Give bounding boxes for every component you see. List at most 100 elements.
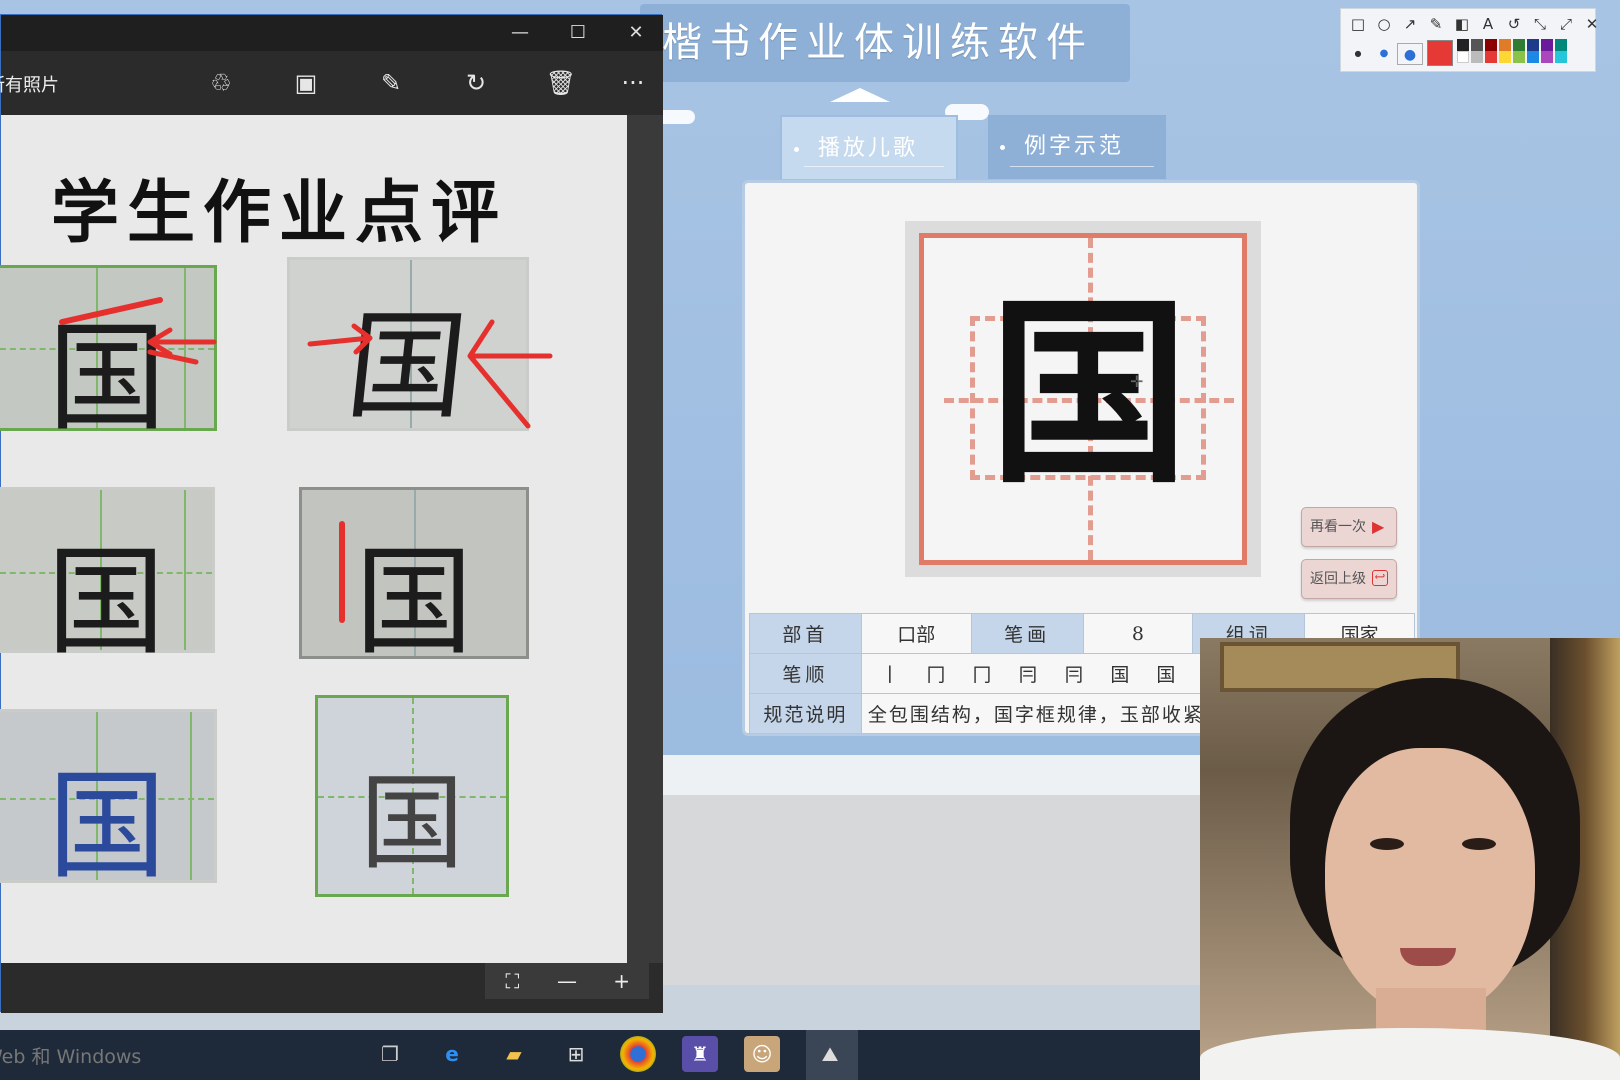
minimize-button[interactable]: — bbox=[497, 15, 543, 51]
color-swatch[interactable] bbox=[1471, 51, 1483, 63]
red-correction-arrows bbox=[307, 319, 553, 429]
window-titlebar: — ☐ ✕ bbox=[1, 15, 663, 51]
color-swatch[interactable] bbox=[1541, 51, 1553, 63]
color-swatch[interactable] bbox=[1499, 51, 1511, 63]
task-view-icon[interactable]: ❐ bbox=[372, 1036, 408, 1072]
square-icon[interactable]: □ bbox=[1345, 13, 1371, 35]
photos-toolbar: 所有照片 ♲ ▣ ✎ ↻ 🗑 ··· bbox=[0, 51, 663, 115]
color-swatch[interactable] bbox=[1457, 39, 1469, 51]
more-icon[interactable]: ··· bbox=[615, 65, 651, 101]
photos-window: — ☐ ✕ 所有照片 ♲ ▣ ✎ ↻ 🗑 ··· 学生作业点评 国 bbox=[0, 14, 663, 1013]
tab-label: 例字示范 bbox=[1024, 134, 1125, 159]
shrink-icon[interactable]: ⤡ bbox=[1527, 13, 1553, 35]
color-swatch[interactable] bbox=[1499, 39, 1511, 51]
tab-underline bbox=[804, 166, 944, 167]
bullet-icon bbox=[1000, 145, 1005, 150]
expand-icon[interactable]: ⤢ bbox=[1553, 13, 1579, 35]
pin-icon[interactable]: ✕ bbox=[1579, 13, 1605, 35]
color-swatch[interactable] bbox=[1457, 51, 1469, 63]
taskbar-search[interactable]: Web 和 Windows bbox=[0, 1042, 141, 1069]
color-swatch[interactable] bbox=[1541, 39, 1553, 51]
pen-size-large-icon[interactable]: ● bbox=[1397, 43, 1423, 65]
store-icon[interactable]: ⊞ bbox=[558, 1036, 594, 1072]
slideshow-icon[interactable]: ▣ bbox=[288, 65, 324, 101]
photos-app-icon[interactable]: ⛰ bbox=[812, 1036, 848, 1072]
color-swatch[interactable] bbox=[1471, 39, 1483, 51]
strokes-label: 笔画 bbox=[970, 613, 1084, 654]
selected-color-swatch[interactable] bbox=[1427, 40, 1453, 66]
taskbar: Web 和 Windows ❐ e ▰ ⊞ ♜ ☺ ⛰ bbox=[0, 1030, 1200, 1080]
arrow-icon[interactable]: ↗ bbox=[1397, 13, 1423, 35]
character-grid-frame: 国 ✛ bbox=[905, 221, 1261, 577]
chrome-browser-icon[interactable] bbox=[620, 1036, 656, 1072]
fill-icon[interactable]: ◧ bbox=[1449, 13, 1475, 35]
zoom-out-button[interactable]: — bbox=[540, 963, 595, 999]
pen-size-row: ● ● ● bbox=[1345, 41, 1423, 67]
app-launcher-icon[interactable]: ♜ bbox=[682, 1036, 718, 1072]
color-palette bbox=[1457, 39, 1577, 63]
delete-icon[interactable]: 🗑 bbox=[543, 65, 579, 101]
presenter-face bbox=[1325, 748, 1535, 1018]
sample-character: 国 bbox=[46, 533, 165, 671]
stroke-step: 国 bbox=[1156, 664, 1178, 686]
slide-title: 学生作业点评 bbox=[51, 174, 508, 253]
stroke-step: 丨 bbox=[880, 664, 902, 686]
close-button[interactable]: ✕ bbox=[613, 15, 659, 51]
zoom-controls: ⛶ — + bbox=[485, 963, 649, 999]
back-button[interactable]: 返回上级 ↩ bbox=[1301, 559, 1397, 599]
tab-underline bbox=[1010, 166, 1154, 167]
zoom-in-button[interactable]: + bbox=[594, 963, 649, 999]
rotate-icon[interactable]: ↻ bbox=[458, 65, 494, 101]
tab-play-song[interactable]: 播放儿歌 bbox=[780, 115, 958, 179]
homework-sample: 国 bbox=[0, 265, 217, 447]
homework-sample: 国 bbox=[287, 257, 553, 435]
photo-canvas: 学生作业点评 国 国 国 国 国 国 bbox=[0, 115, 627, 963]
homework-sample: 国 bbox=[299, 487, 529, 671]
drawing-toolbar: □ ○ ↗ ✎ ◧ A ↺ ⤡ ⤢ ✕ ● ● ● bbox=[1340, 8, 1598, 72]
tab-example-char[interactable]: 例字示范 bbox=[988, 115, 1166, 179]
color-swatch[interactable] bbox=[1513, 51, 1525, 63]
strokes-value: 8 bbox=[1082, 613, 1194, 654]
red-correction-line bbox=[339, 521, 345, 623]
color-swatch[interactable] bbox=[1485, 39, 1497, 51]
red-correction-marks bbox=[59, 297, 217, 365]
sample-character: 国 bbox=[359, 762, 464, 884]
share-icon[interactable]: ♲ bbox=[203, 65, 239, 101]
color-swatch[interactable] bbox=[1555, 39, 1567, 51]
stroke-order-label: 笔顺 bbox=[749, 653, 862, 694]
breadcrumb-all-photos[interactable]: 所有照片 bbox=[0, 71, 59, 97]
vertical-scrollbar[interactable] bbox=[627, 115, 663, 963]
pen-icon[interactable]: ✎ bbox=[1423, 13, 1449, 35]
play-icon: ▶ bbox=[1372, 517, 1385, 536]
edge-browser-icon[interactable]: e bbox=[434, 1036, 470, 1072]
game-app-icon[interactable]: ☺ bbox=[744, 1036, 780, 1072]
color-swatch[interactable] bbox=[1527, 39, 1539, 51]
bullet-icon bbox=[794, 147, 799, 152]
color-swatch[interactable] bbox=[1485, 51, 1497, 63]
crosshair-cursor-icon: ✛ bbox=[1130, 372, 1144, 391]
homework-sample: 国 bbox=[315, 695, 509, 897]
circle-icon[interactable]: ○ bbox=[1371, 13, 1397, 35]
text-icon[interactable]: A bbox=[1475, 13, 1501, 35]
maximize-button[interactable]: ☐ bbox=[555, 15, 601, 51]
stroke-step: 冃 bbox=[1018, 664, 1040, 686]
edit-icon[interactable]: ✎ bbox=[373, 65, 409, 101]
fit-to-window-icon[interactable]: ⛶ bbox=[485, 963, 540, 999]
character-grid: 国 ✛ bbox=[919, 233, 1247, 565]
file-explorer-icon[interactable]: ▰ bbox=[496, 1036, 532, 1072]
replay-button[interactable]: 再看一次 ▶ bbox=[1301, 507, 1397, 547]
pen-size-small-icon[interactable]: ● bbox=[1345, 43, 1371, 65]
replay-label: 再看一次 bbox=[1310, 519, 1366, 535]
presenter-eye bbox=[1462, 838, 1496, 850]
pen-size-medium-icon[interactable]: ● bbox=[1371, 43, 1397, 65]
app-title: 楷书作业体训练软件 bbox=[640, 4, 1130, 82]
stroke-step: 冂 bbox=[972, 664, 994, 686]
radical-label: 部首 bbox=[749, 613, 862, 654]
undo-icon[interactable]: ↺ bbox=[1501, 13, 1527, 35]
color-swatch[interactable] bbox=[1527, 51, 1539, 63]
radical-value: 口部 bbox=[860, 613, 972, 654]
stroke-step: 国 bbox=[1110, 664, 1132, 686]
color-swatch[interactable] bbox=[1555, 51, 1567, 63]
sample-character: 国 bbox=[47, 757, 166, 895]
color-swatch[interactable] bbox=[1513, 39, 1525, 51]
